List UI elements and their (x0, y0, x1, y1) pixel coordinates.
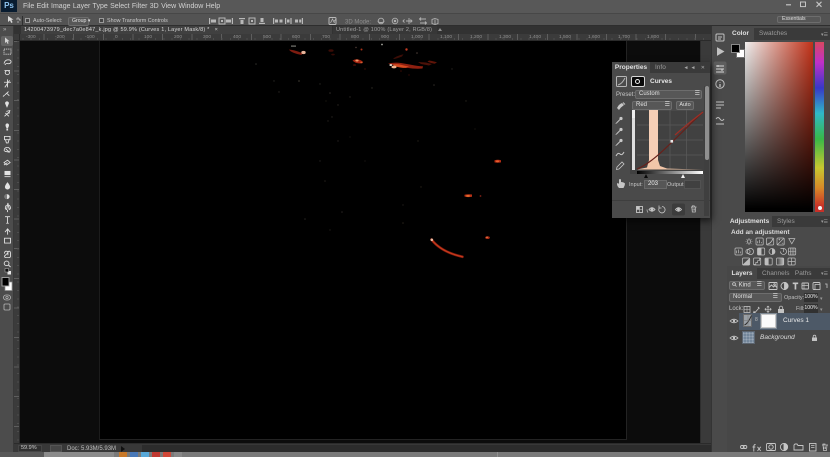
svg-text:T: T (793, 282, 798, 291)
svg-text:3D Mode:: 3D Mode: (345, 20, 371, 26)
